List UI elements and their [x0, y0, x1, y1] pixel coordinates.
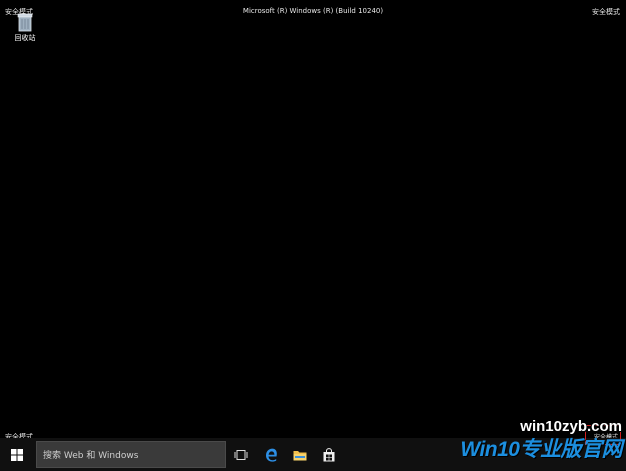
- file-explorer-button[interactable]: [287, 438, 313, 471]
- desktop: 安全模式 Microsoft (R) Windows (R) (Build 10…: [0, 0, 626, 441]
- watermark: win10zyb.com Win10专业版官网: [460, 418, 622, 463]
- store-button[interactable]: [316, 438, 342, 471]
- start-button[interactable]: [0, 438, 34, 471]
- task-view-button[interactable]: [228, 438, 254, 471]
- windows-logo-icon: [11, 448, 23, 461]
- store-icon: [323, 447, 335, 461]
- watermark-brand: Win10专业版官网: [460, 438, 622, 461]
- edge-icon: [266, 448, 277, 462]
- safe-mode-label-top-right: 安全模式: [592, 8, 620, 16]
- recycle-bin-icon: [17, 13, 33, 32]
- search-box[interactable]: 搜索 Web 和 Windows: [36, 441, 226, 468]
- file-explorer-icon: [293, 450, 307, 460]
- edge-button[interactable]: [258, 438, 284, 471]
- recycle-bin-label: 回收站: [14, 34, 36, 42]
- task-view-icon: [234, 449, 248, 460]
- recycle-bin-shortcut[interactable]: 回收站: [12, 12, 38, 43]
- build-string: Microsoft (R) Windows (R) (Build 10240): [242, 7, 384, 15]
- search-placeholder: 搜索 Web 和 Windows: [43, 451, 139, 461]
